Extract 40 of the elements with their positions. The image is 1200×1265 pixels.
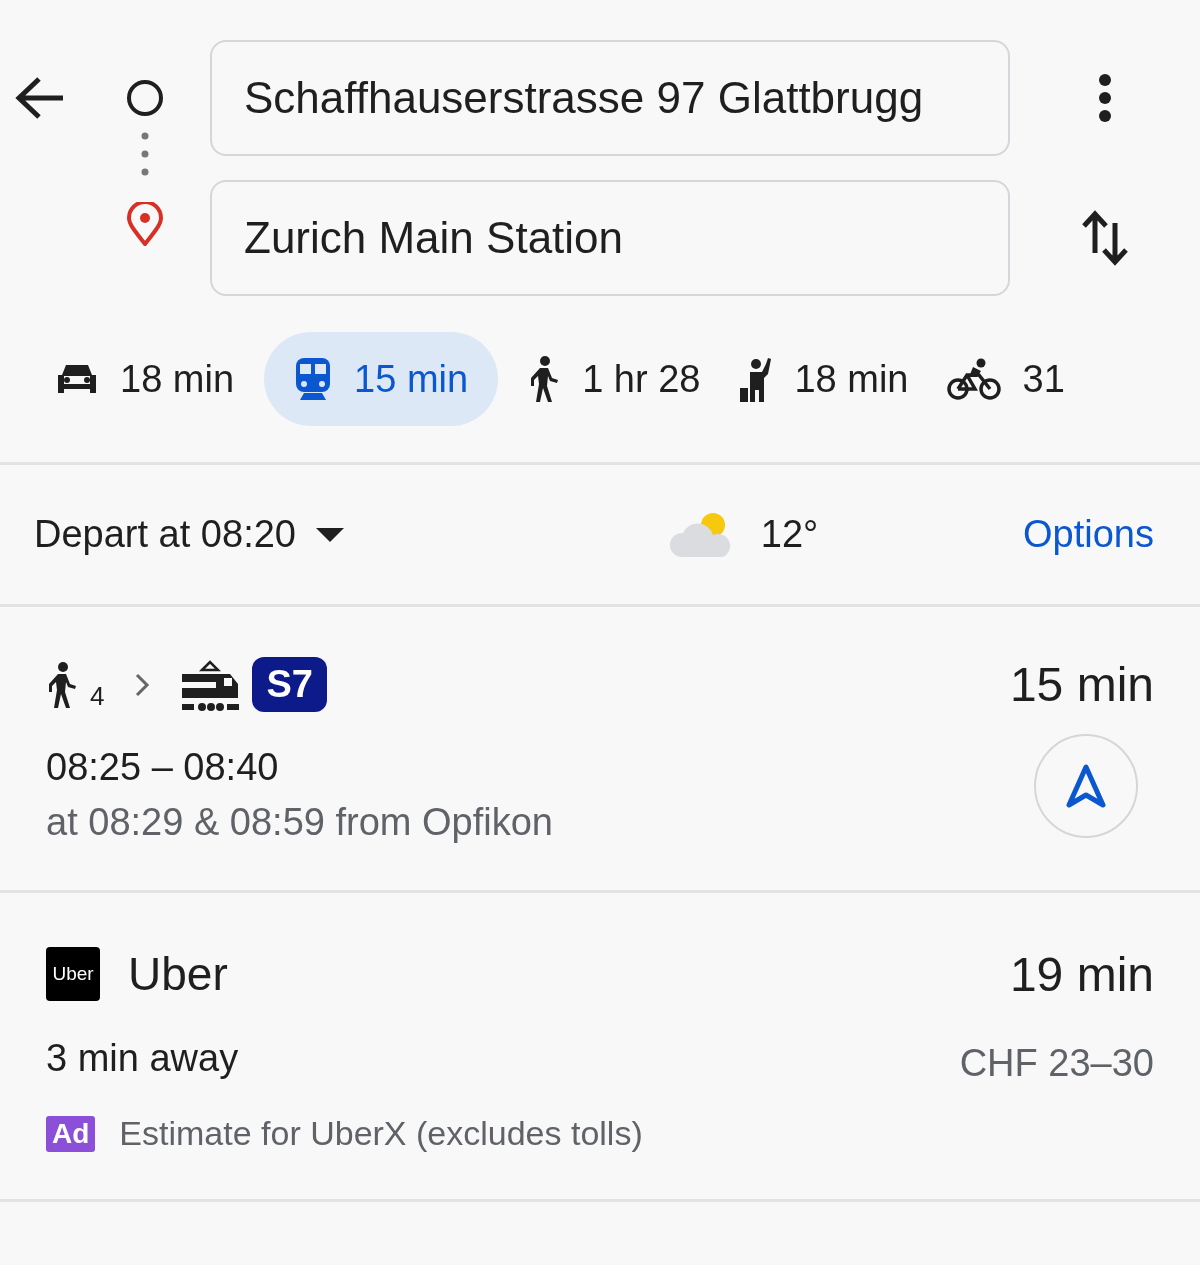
walk-minutes-text: 4 (90, 681, 105, 712)
dropdown-caret-icon (315, 527, 344, 542)
departures-text: at 08:29 & 08:59 from Opfikon (46, 801, 553, 844)
walking-person-icon (528, 356, 561, 402)
options-link[interactable]: Options (1023, 513, 1154, 556)
walking-person-icon (46, 661, 78, 708)
destination-field[interactable]: Zurich Main Station (210, 180, 1010, 296)
pickup-eta-text: 3 min away (46, 1037, 239, 1080)
estimate-note-text: Estimate for UberX (excludes tolls) (119, 1114, 643, 1153)
travel-mode-tab[interactable]: 31 (946, 332, 1065, 426)
provider-name-text: Uber (128, 947, 228, 1001)
ride-duration-text: 19 min (1009, 947, 1154, 1002)
train-icon (294, 358, 333, 400)
price-text: CHF 23–30 (959, 1042, 1154, 1085)
more-vertical-icon (1098, 74, 1112, 122)
uber-logo: Uber (46, 947, 100, 1001)
person-hailing-icon (738, 356, 773, 402)
travel-mode-tab[interactable]: 18 min (56, 332, 235, 426)
route-dots-icon (141, 132, 149, 176)
ad-badge: Ad (46, 1115, 96, 1152)
swap-button[interactable] (1081, 209, 1129, 267)
swap-arrows-icon (1081, 209, 1129, 267)
depart-time-dropdown[interactable]: Depart at 08:20 (34, 513, 344, 556)
more-options-button[interactable] (1098, 74, 1112, 122)
navigate-button[interactable] (1034, 734, 1138, 838)
bicycle-icon (946, 357, 1001, 401)
destination-pin-icon (126, 202, 164, 246)
chevron-right-icon (134, 671, 151, 698)
navigation-arrow-icon (1066, 764, 1106, 808)
temperature-text: 12° (760, 513, 819, 556)
line-badge: S7 (252, 657, 327, 712)
back-arrow-icon (15, 76, 65, 120)
origin-field[interactable]: Schaffhauserstrasse 97 Glattbrugg (210, 40, 1010, 156)
trip-times-text: 08:25 – 08:40 (46, 746, 279, 789)
travel-mode-tab[interactable]: 1 hr 28 (528, 332, 701, 426)
back-button[interactable] (15, 76, 65, 120)
origin-circle-icon (126, 79, 164, 117)
travel-mode-tab[interactable]: 18 min (738, 332, 909, 426)
trip-duration-text: 15 min (1009, 657, 1154, 712)
travel-mode-tab[interactable]: 15 min (264, 332, 499, 426)
